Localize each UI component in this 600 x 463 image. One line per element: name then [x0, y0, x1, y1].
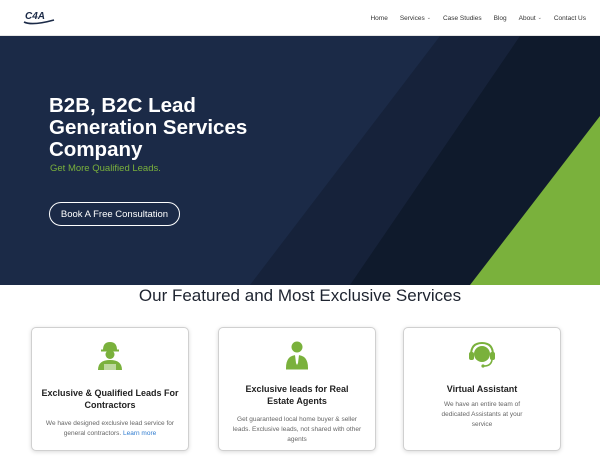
nav-contact-us[interactable]: Contact Us — [554, 15, 586, 22]
card-text: We have an entire team of dedicated Assi… — [441, 401, 523, 428]
nav-case-studies[interactable]: Case Studies — [443, 15, 482, 22]
hero-title: B2B, B2C Lead Generation Services Compan… — [49, 94, 248, 161]
services-heading: Our Featured and Most Exclusive Services — [138, 286, 462, 305]
contractor-icon — [98, 342, 122, 370]
hero-subtitle: Get More Qualified Leads. — [50, 163, 161, 174]
headset-icon — [469, 341, 495, 368]
hero-banner: B2B, B2C Lead Generation Services Compan… — [0, 36, 600, 285]
nav-services[interactable]: Services ⌄ — [400, 15, 431, 22]
nav-home[interactable]: Home — [370, 15, 387, 22]
nav-about[interactable]: About ⌄ — [519, 15, 542, 22]
card-text: Get guaranteed local home buyer & seller… — [232, 416, 362, 443]
learn-more-link[interactable]: Learn more — [123, 430, 156, 437]
main-nav: Home Services ⌄ Case Studies Blog About ⌄ … — [370, 0, 586, 36]
chevron-down-icon: ⌄ — [426, 15, 431, 21]
chevron-down-icon: ⌄ — [537, 15, 542, 21]
card-title: Virtual Assistant — [446, 384, 518, 394]
service-card-real-estate[interactable]: Exclusive leads for Real Estate Agents G… — [218, 327, 376, 451]
card-title: Exclusive & Qualified Leads For Contract… — [41, 388, 179, 410]
book-consultation-button[interactable]: Book A Free Consultation — [49, 202, 180, 226]
card-title: Exclusive leads for Real Estate Agents — [245, 384, 349, 406]
site-header: C4A Home Services ⌄ Case Studies Blog Abo… — [0, 0, 600, 36]
svg-text:C4A: C4A — [25, 11, 45, 22]
card-text: We have designed exclusive lead service … — [45, 420, 175, 437]
service-card-virtual-assistant[interactable]: Virtual Assistant We have an entire team… — [403, 327, 561, 451]
c4a-logo[interactable]: C4A — [22, 8, 56, 26]
service-card-contractors[interactable]: Exclusive & Qualified Leads For Contract… — [31, 327, 189, 451]
agent-icon — [286, 341, 308, 370]
nav-blog[interactable]: Blog — [494, 15, 507, 22]
